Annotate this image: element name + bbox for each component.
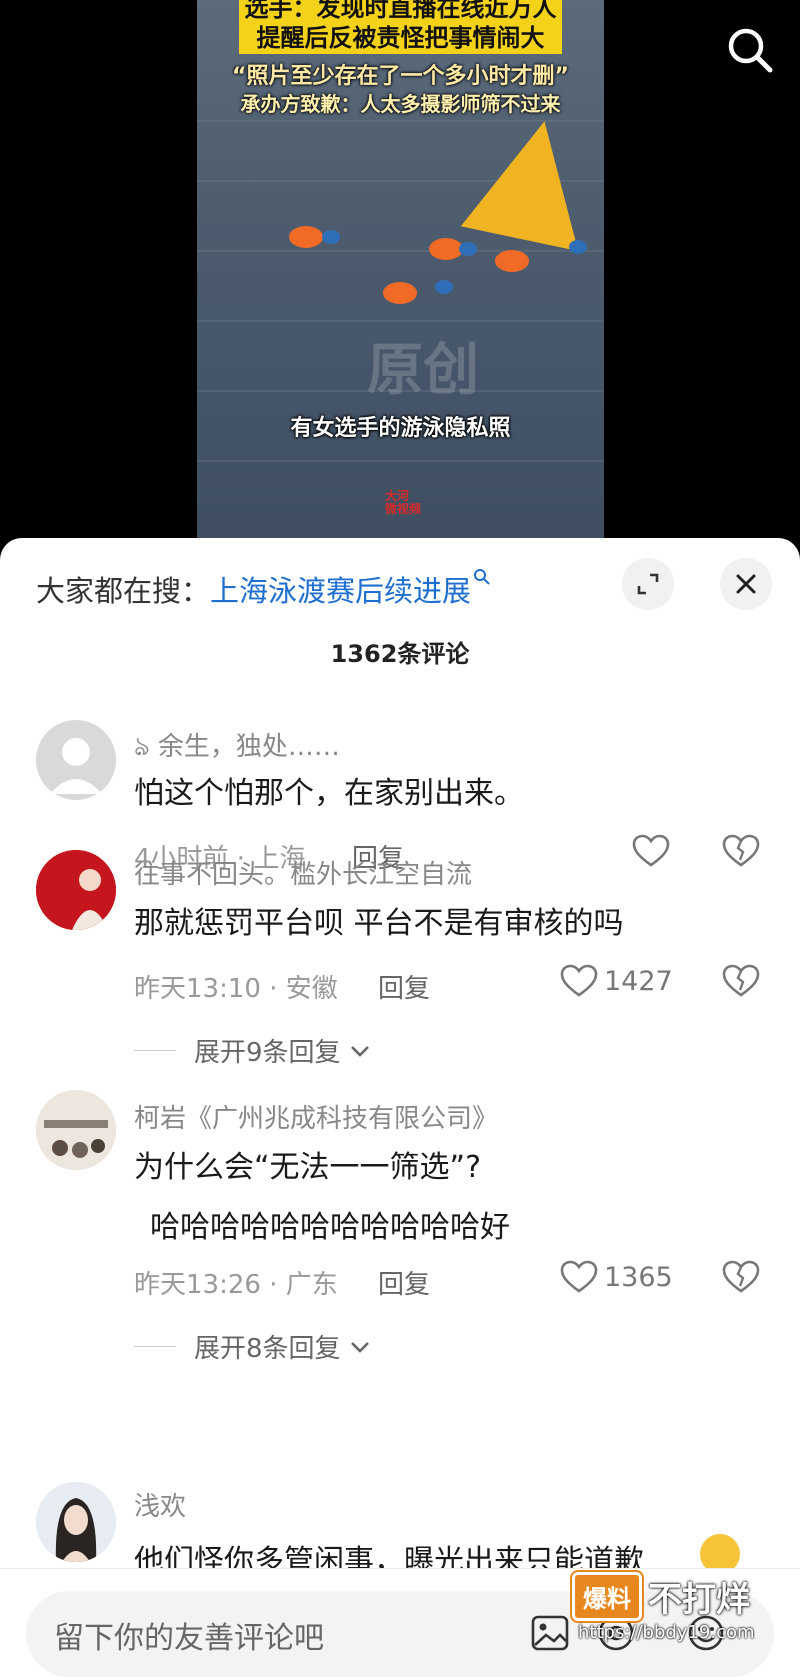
video-watermark: 原创 xyxy=(367,338,479,403)
broken-heart-icon xyxy=(722,964,760,997)
comment-nickname[interactable]: ঌ 余生，独处…… xyxy=(134,726,340,770)
avatar[interactable] xyxy=(36,720,116,800)
trending-search-prefix: 大家都在搜： xyxy=(36,574,211,608)
avatar[interactable] xyxy=(36,1090,116,1170)
float-ball xyxy=(495,250,529,272)
video-caption-3: “照片至少存在了一个多小时才删” xyxy=(232,64,569,89)
heart-icon xyxy=(560,1260,598,1293)
comment-nickname[interactable]: 往事不回头。槛外长江空自流 xyxy=(134,854,472,891)
avatar[interactable] xyxy=(36,850,116,930)
expand-replies[interactable]: 展开8条回复 xyxy=(134,1328,373,1365)
comment-text-line2: 哈哈哈哈哈哈哈哈哈哈哈好 xyxy=(150,1210,510,1245)
like-count: 1365 xyxy=(604,1261,673,1293)
search-icon[interactable] xyxy=(724,24,776,76)
search-small-icon xyxy=(473,568,491,591)
expand-replies[interactable]: 展开9条回复 xyxy=(134,1032,373,1069)
reply-button[interactable]: 回复 xyxy=(378,1264,430,1301)
dislike-button[interactable] xyxy=(722,1260,760,1298)
comment-text: 那就惩罚平台呗 平台不是有审核的吗 xyxy=(134,906,624,941)
float-ball xyxy=(383,282,417,304)
comment-sheet: 大家都在搜：上海泳渡赛后续进展 1362条评论 ঌ 余生，独处…… 怕这个怕那个… xyxy=(0,538,800,1676)
dislike-button[interactable] xyxy=(722,834,760,872)
video-caption-4: 承办方致歉：人太多摄影师筛不过来 xyxy=(240,92,561,116)
float-ball xyxy=(429,238,463,260)
comment-time-location: 昨天13:10 · 安徽 xyxy=(134,974,338,1004)
comment-text: 为什么会“无法一一筛选”? xyxy=(134,1150,482,1185)
comment-text: 怕这个怕那个，在家别出来。 xyxy=(134,776,524,811)
comment-nickname[interactable]: 浅欢 xyxy=(134,1486,186,1523)
expand-sheet-button[interactable] xyxy=(622,558,674,610)
chevron-down-icon xyxy=(350,1341,369,1353)
swimmer-head xyxy=(322,230,340,244)
watermark-url: https://bbdy19.com xyxy=(578,1622,755,1643)
expand-icon xyxy=(637,573,659,595)
heart-icon xyxy=(560,964,598,997)
video-caption-1: 选手：发现时直播在线近万人 xyxy=(239,0,562,24)
dislike-button[interactable] xyxy=(722,964,760,1002)
site-watermark: 爆料 不打烊 xyxy=(572,1570,792,1622)
avatar[interactable] xyxy=(36,1482,116,1562)
comment-nickname[interactable]: 柯岩《广州兆成科技有限公司》 xyxy=(134,1098,498,1135)
like-button[interactable]: 1427 xyxy=(560,964,673,998)
heart-icon xyxy=(632,834,670,867)
float-ball xyxy=(289,226,323,248)
expand-replies-label: 展开9条回复 xyxy=(194,1038,341,1068)
trending-search[interactable]: 大家都在搜：上海泳渡赛后续进展 xyxy=(36,568,491,610)
video-frame: 选手：发现时直播在线近万人 提醒后反被责怪把事情闹大 “照片至少存在了一个多小时… xyxy=(197,0,604,540)
like-count: 1427 xyxy=(604,965,673,997)
close-button[interactable] xyxy=(720,558,772,610)
like-button[interactable] xyxy=(632,834,676,868)
expand-replies-label: 展开8条回复 xyxy=(194,1334,341,1364)
comment-count: 1362条评论 xyxy=(330,640,470,668)
close-icon xyxy=(736,574,756,594)
video-caption-2: 提醒后反被责怪把事情闹大 xyxy=(239,22,562,54)
like-button[interactable]: 1365 xyxy=(560,1260,673,1294)
broken-heart-icon xyxy=(722,834,760,867)
image-icon[interactable] xyxy=(530,1613,570,1657)
swimmer-head xyxy=(459,242,477,256)
broken-heart-icon xyxy=(722,1260,760,1293)
swimmer-head xyxy=(435,280,453,294)
watermark-box: 爆料 xyxy=(572,1571,642,1621)
watermark-text: 不打烊 xyxy=(648,1579,750,1620)
comment-time-location: 昨天13:26 · 广东 xyxy=(134,1270,338,1300)
trending-search-link[interactable]: 上海泳渡赛后续进展 xyxy=(210,574,471,608)
chevron-down-icon xyxy=(350,1045,369,1057)
publisher-seal: 大河 微视频 xyxy=(385,489,422,516)
swimmer-head xyxy=(569,240,587,254)
comment-input-placeholder: 留下你的友善评论吧 xyxy=(54,1621,324,1656)
video-subtitle: 有女选手的游泳隐私照 xyxy=(290,416,511,441)
buoy xyxy=(460,108,604,252)
video-player[interactable]: 选手：发现时直播在线近万人 提醒后反被责怪把事情闹大 “照片至少存在了一个多小时… xyxy=(0,0,800,560)
reply-button[interactable]: 回复 xyxy=(378,968,430,1005)
